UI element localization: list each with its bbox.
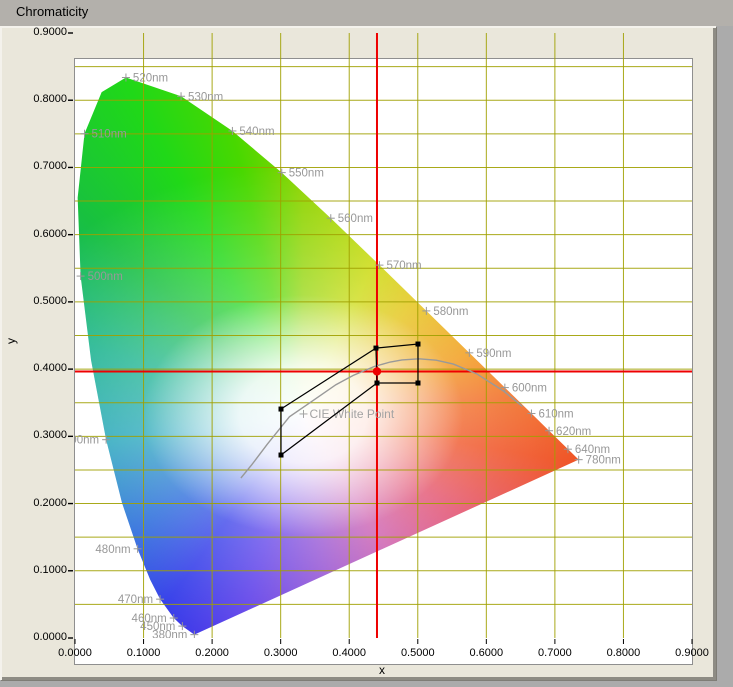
y-tick-label: 0.2000 — [17, 497, 67, 509]
y-tick-label: 0.7000 — [17, 160, 67, 172]
chromaticity-window: Chromaticity 510nm520nm530nm540nm550nm56… — [0, 0, 733, 687]
spectral-wavelength-label: 500nm — [88, 271, 123, 283]
x-tick-label: 0.1000 — [114, 647, 174, 659]
y-tick-label: 0.5000 — [17, 295, 67, 307]
bin-vertex-marker — [374, 381, 379, 386]
y-tick-label: 0.1000 — [17, 564, 67, 576]
x-axis-title: x — [379, 663, 385, 677]
spectral-wavelength-label: 600nm — [512, 383, 547, 395]
spectral-wavelength-label: 520nm — [133, 73, 168, 85]
spectral-wavelength-label: 530nm — [188, 91, 223, 103]
grid-layer — [75, 33, 692, 638]
y-tick-label: 0.4000 — [17, 362, 67, 374]
chromaticity-chart[interactable]: 510nm 520nm 530nm 540nm 550nm 560nm 570nm 580nm… — [0, 0, 733, 687]
spectral-wavelength-label: 470nm — [118, 594, 153, 606]
y-tick-label: 0.8000 — [17, 93, 67, 105]
spectral-wavelength-label: 580nm — [433, 306, 468, 318]
spectral-wavelength-label: 550nm — [289, 168, 324, 180]
bin-vertex-marker — [279, 453, 284, 458]
x-tick-label: 0.4000 — [319, 647, 379, 659]
spectral-wavelength-label: 380nm — [152, 630, 187, 642]
spectral-wavelength-label: 480nm — [95, 544, 130, 556]
x-tick-label: 0.0000 — [45, 647, 105, 659]
bin-vertex-marker — [415, 342, 420, 347]
y-tick-label: 0.0000 — [17, 631, 67, 643]
cie-white-point-label: CIE White Point — [309, 407, 394, 421]
y-axis-title: y — [4, 338, 18, 344]
x-tick-label: 0.9000 — [662, 647, 722, 659]
spectral-wavelength-label: 570nm — [386, 260, 421, 272]
spectral-wavelength-label: 620nm — [556, 426, 591, 438]
spectral-wavelength-label: 560nm — [338, 213, 373, 225]
spectral-wavelength-label: 540nm — [239, 126, 274, 138]
x-tick-label: 0.5000 — [388, 647, 448, 659]
bin-vertex-marker — [279, 407, 284, 412]
y-tick-label: 0.9000 — [17, 26, 67, 38]
x-tick-label: 0.7000 — [525, 647, 585, 659]
spectral-wavelength-label: 780nm — [586, 455, 621, 467]
measurement-point — [373, 367, 381, 375]
x-tick-label: 0.8000 — [593, 647, 653, 659]
bin-vertex-marker — [415, 381, 420, 386]
x-tick-label: 0.2000 — [182, 647, 242, 659]
x-tick-label: 0.3000 — [251, 647, 311, 659]
y-tick-label: 0.6000 — [17, 228, 67, 240]
bin-vertex-marker — [373, 346, 378, 351]
spectral-wavelength-label: 510nm — [92, 129, 127, 141]
spectral-labels-layer: 510nm 520nm 530nm 540nm 550nm 560nm 570nm 580nm… — [64, 73, 621, 642]
spectral-wavelength-label: 610nm — [538, 408, 573, 420]
y-tick-label: 0.3000 — [17, 429, 67, 441]
spectral-wavelength-label: 590nm — [476, 348, 511, 360]
x-tick-label: 0.6000 — [456, 647, 516, 659]
